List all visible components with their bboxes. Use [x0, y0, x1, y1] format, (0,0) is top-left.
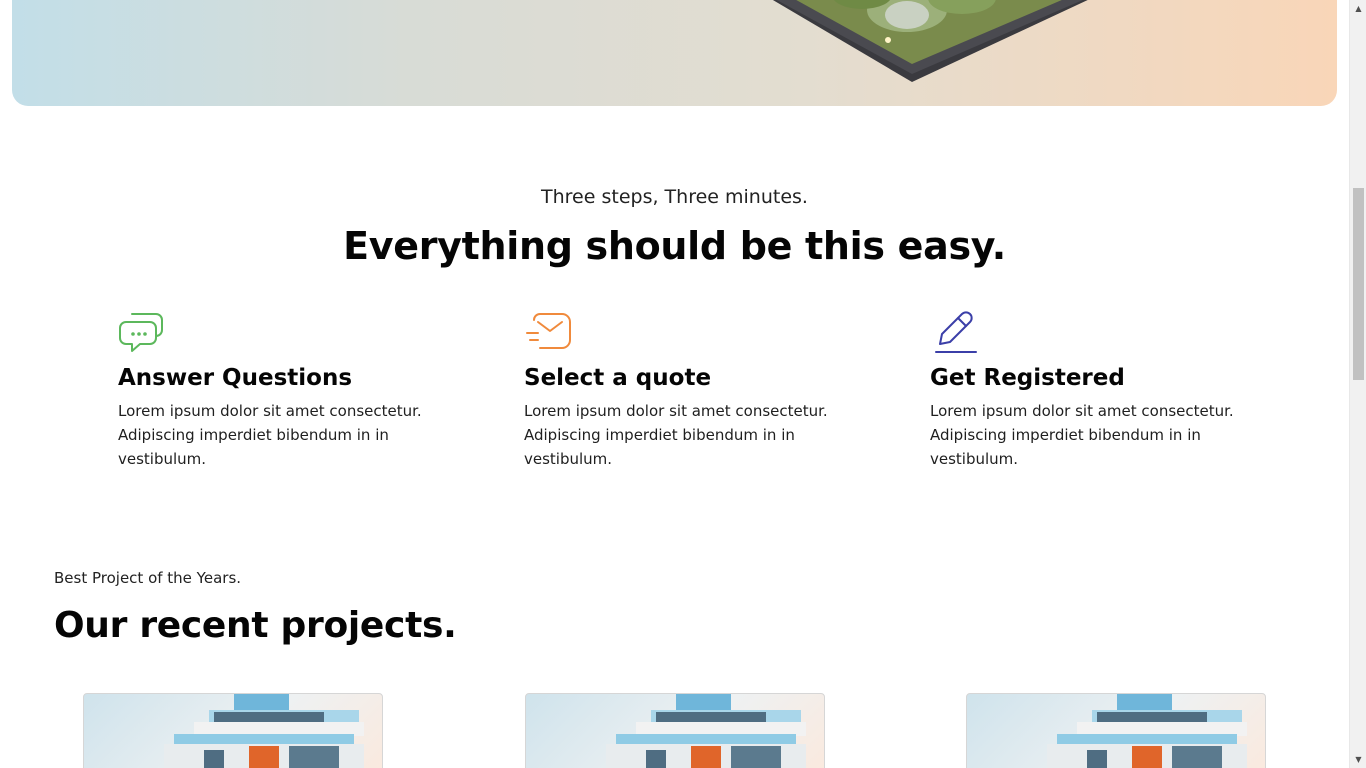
step-description: Lorem ipsum dolor sit amet consectetur. … — [524, 402, 828, 469]
modern-house-image — [164, 694, 364, 768]
steps-kicker: Three steps, Three minutes. — [541, 186, 808, 208]
step-get-registered: Get Registered Lorem ipsum dolor sit ame… — [930, 306, 1260, 471]
project-card[interactable] — [525, 693, 825, 768]
envelope-send-icon — [526, 313, 571, 349]
modern-house-image — [606, 694, 806, 768]
step-title: Select a quote — [524, 365, 712, 391]
hero-banner — [12, 0, 1337, 106]
project-card[interactable] — [966, 693, 1266, 768]
chat-bubbles-icon — [119, 313, 163, 352]
projects-title: Our recent projects. — [54, 605, 457, 646]
step-title: Answer Questions — [118, 365, 353, 391]
modern-house-image — [1047, 694, 1247, 768]
page: Three steps, Three minutes. Everything s… — [0, 0, 1349, 768]
scroll-down-icon[interactable]: ▼ — [1350, 751, 1366, 768]
step-answer-questions: Answer Questions Lorem ipsum dolor sit a… — [118, 306, 448, 471]
steps-title: Everything should be this easy. — [343, 224, 1006, 268]
step-description: Lorem ipsum dolor sit amet consectetur. … — [930, 402, 1234, 469]
step-select-quote: Select a quote Lorem ipsum dolor sit ame… — [524, 306, 854, 471]
scroll-up-icon[interactable]: ▲ — [1350, 0, 1366, 17]
projects-kicker: Best Project of the Years. — [54, 569, 242, 587]
step-description: Lorem ipsum dolor sit amet consectetur. … — [118, 402, 422, 469]
project-card[interactable] — [83, 693, 383, 768]
step-title: Get Registered — [930, 365, 1125, 391]
vertical-scrollbar[interactable]: ▲ ▼ — [1349, 0, 1366, 768]
garden-model-image — [772, 0, 1088, 82]
scrollbar-thumb[interactable] — [1353, 188, 1364, 380]
pencil-icon — [935, 311, 977, 353]
